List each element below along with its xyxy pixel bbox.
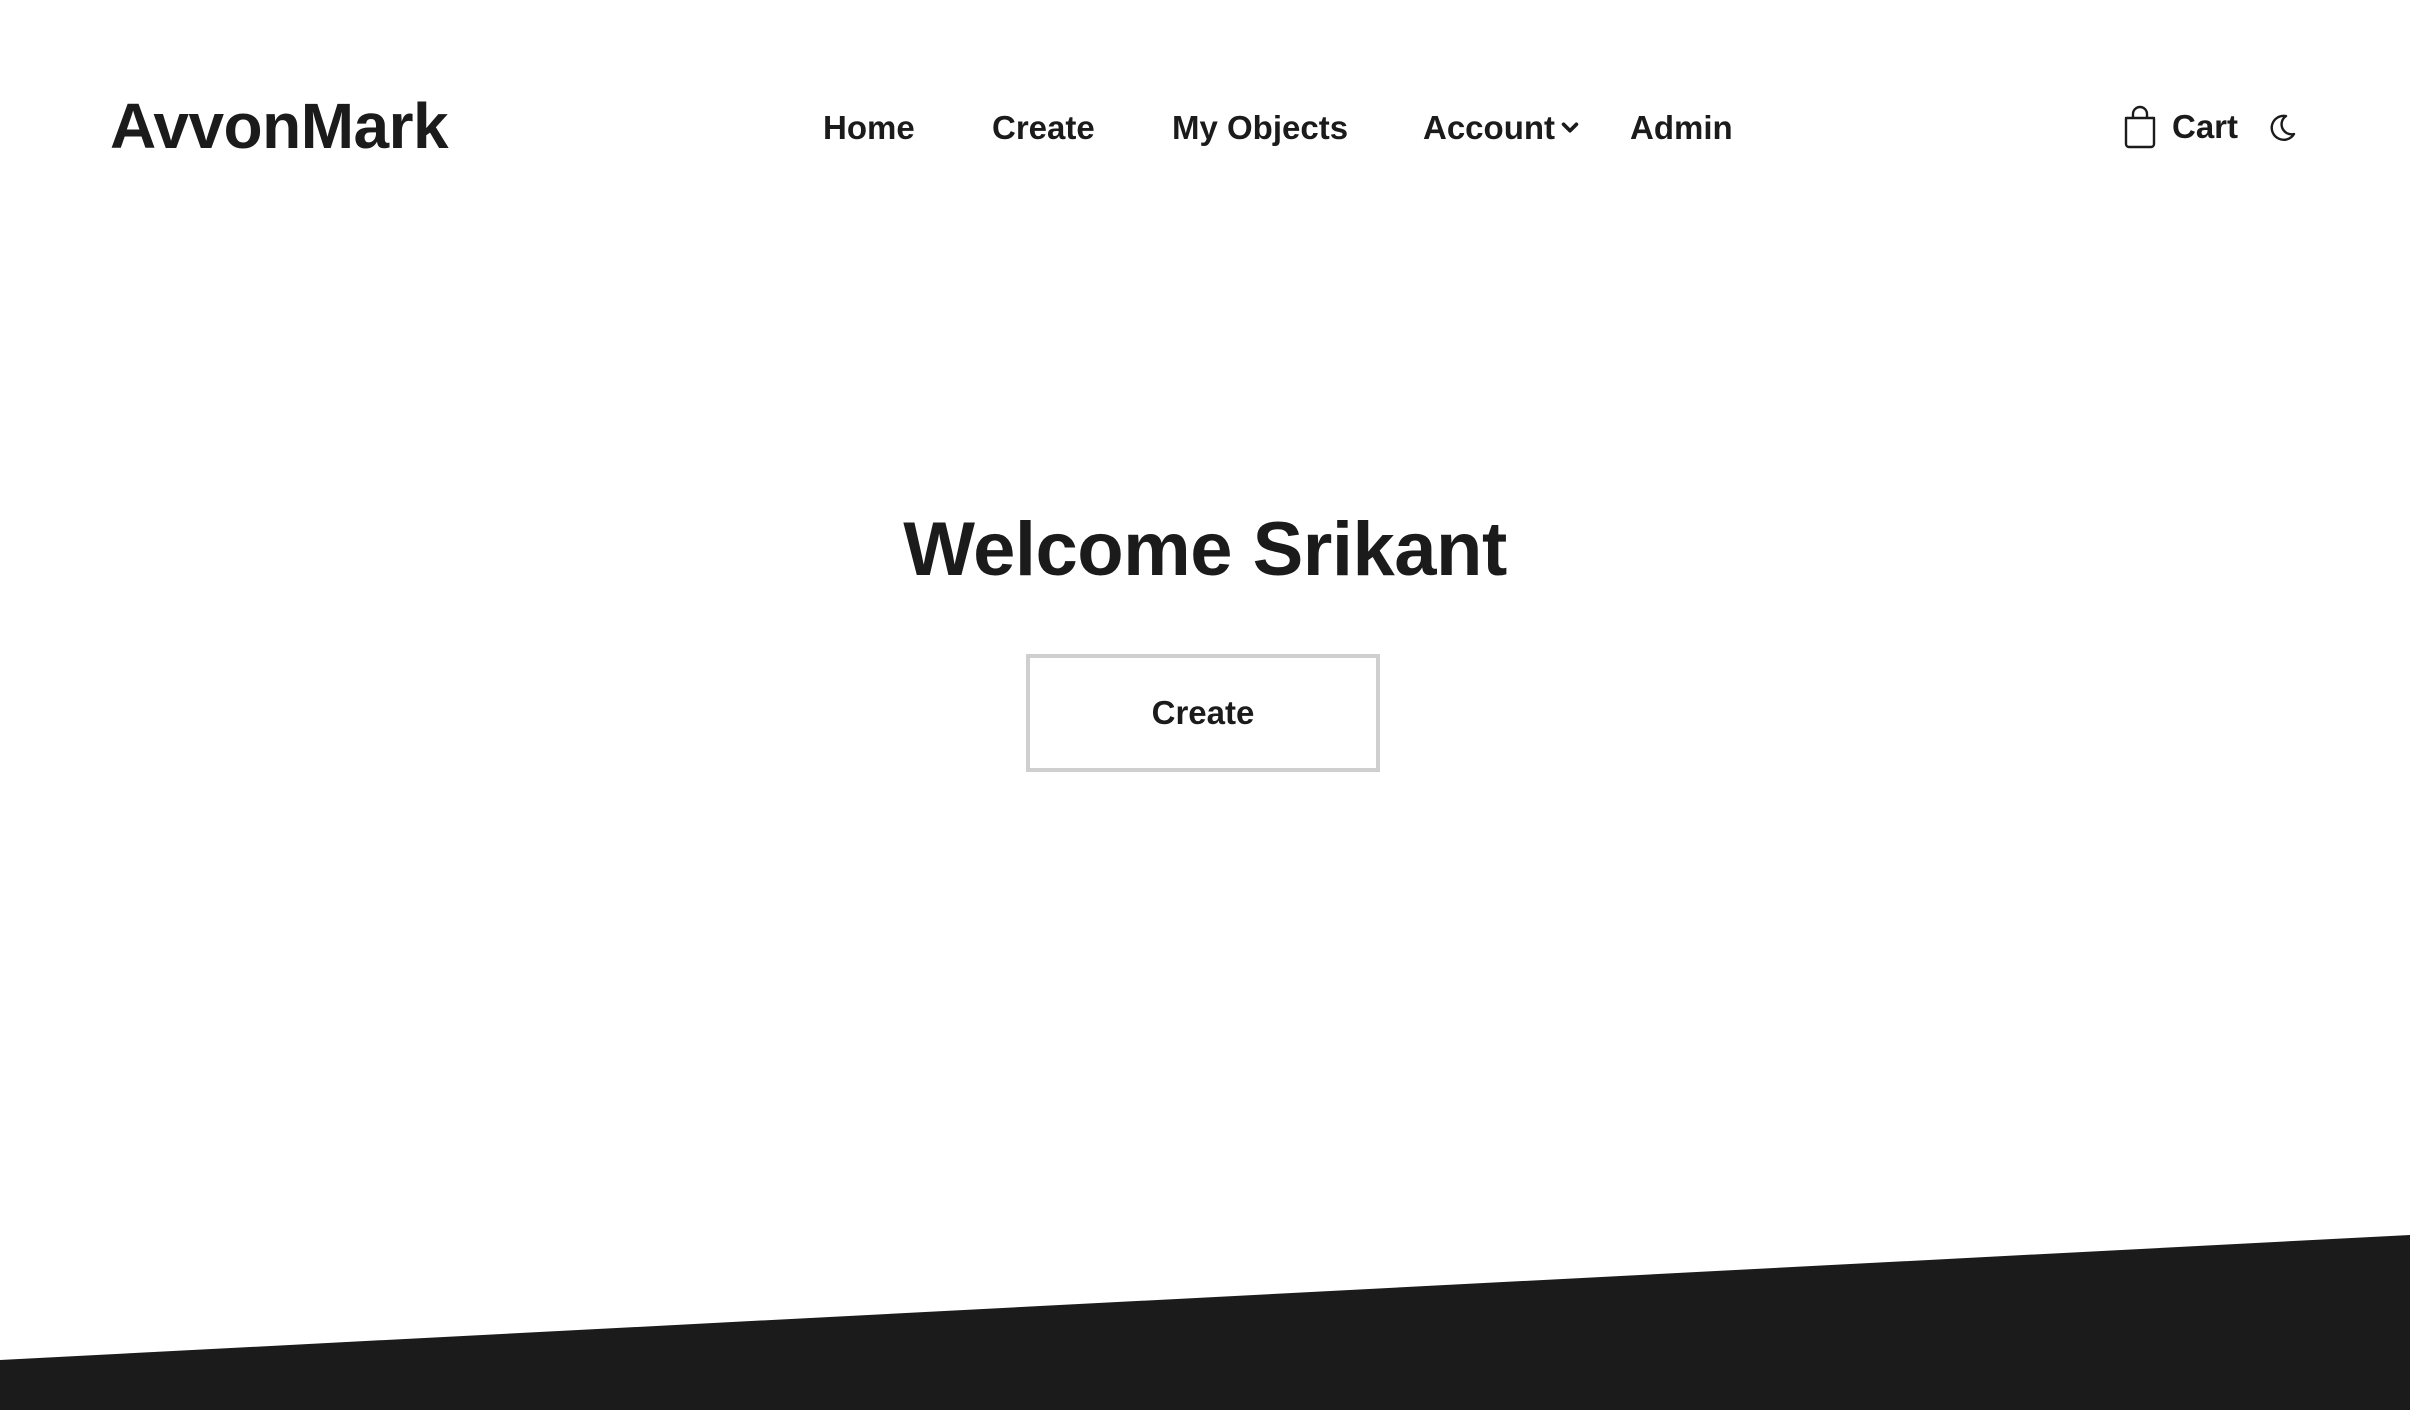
welcome-heading: Welcome Srikant xyxy=(903,507,1507,592)
site-header: AvvonMark Home Create My Objects Account… xyxy=(0,0,2410,256)
hero-section: Welcome Srikant Create xyxy=(0,500,2410,772)
footer-band xyxy=(0,1235,2410,1410)
page: AvvonMark Home Create My Objects Account… xyxy=(0,0,2410,1410)
nav-home[interactable]: Home xyxy=(823,106,915,150)
nav-account-dropdown[interactable]: Account xyxy=(1423,106,1581,150)
nav-create[interactable]: Create xyxy=(992,106,1095,150)
brand-logo[interactable]: AvvonMark xyxy=(110,86,449,166)
nav-admin[interactable]: Admin xyxy=(1630,106,1733,150)
moon-icon[interactable] xyxy=(2266,112,2298,144)
nav-account-label: Account xyxy=(1423,109,1555,146)
create-button[interactable]: Create xyxy=(1026,654,1380,772)
cart-label: Cart xyxy=(2172,108,2239,145)
chevron-down-icon xyxy=(1561,122,1579,133)
nav-my-objects[interactable]: My Objects xyxy=(1172,106,1348,150)
shopping-bag-icon xyxy=(2124,105,2156,149)
cart-link[interactable]: Cart xyxy=(2122,102,2238,152)
